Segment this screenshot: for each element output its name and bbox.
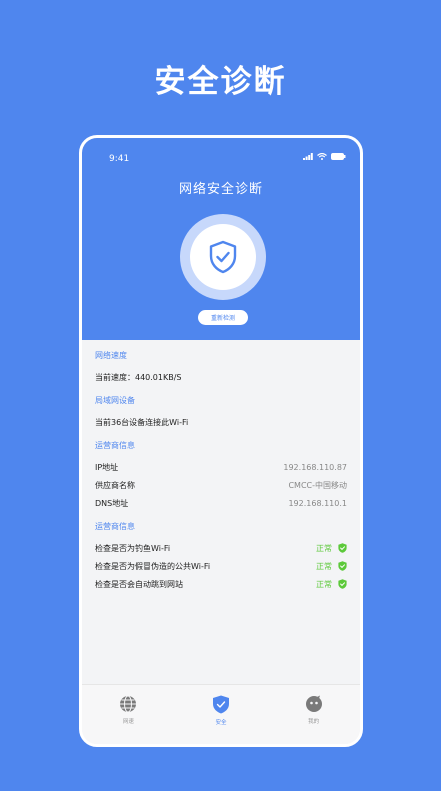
tab-label: 我的 xyxy=(308,719,320,725)
status-time: 9:41 xyxy=(109,154,130,164)
section-title-speed: 网络速度 xyxy=(95,351,127,360)
check-status: 正常 xyxy=(316,543,347,554)
isp-row-ip: IP地址 192.168.110.87 xyxy=(95,458,347,476)
shield-check-icon xyxy=(209,240,237,274)
shield-badge xyxy=(180,214,266,300)
check-row: 检查是否为钓鱼Wi-Fi 正常 xyxy=(95,539,347,557)
battery-icon xyxy=(331,153,346,160)
tab-security[interactable]: 安全 xyxy=(191,695,251,726)
tab-profile[interactable]: 我的 xyxy=(284,695,344,725)
check-status-text: 正常 xyxy=(316,561,332,571)
check-status: 正常 xyxy=(316,579,347,590)
profile-icon xyxy=(305,695,322,712)
globe-icon xyxy=(120,695,137,713)
isp-value: CMCC-中国移动 xyxy=(288,480,347,490)
tab-label: 网速 xyxy=(122,719,134,725)
isp-row-provider: 供应商名称 CMCC-中国移动 xyxy=(95,476,347,494)
isp-row-dns: DNS地址 192.168.110.1 xyxy=(95,494,347,512)
shield-icon xyxy=(212,695,229,714)
check-row: 检查是否会自动跳到网站 正常 xyxy=(95,575,347,593)
check-status: 正常 xyxy=(316,561,347,572)
check-row: 检查是否为假冒伪造的公共Wi-Fi 正常 xyxy=(95,557,347,575)
phone-frame: 9:41 网络安全诊断 重新检测 网络速度 当前速度：440.01KB/S 局域… xyxy=(79,135,363,747)
signal-icon xyxy=(303,153,313,160)
isp-label: 供应商名称 xyxy=(95,480,135,490)
check-status-text: 正常 xyxy=(316,543,332,553)
isp-value: 192.168.110.87 xyxy=(283,462,347,472)
lan-label: 当前36台设备连接此Wi-Fi xyxy=(95,417,189,427)
section-title-isp: 运营商信息 xyxy=(95,441,135,450)
check-label: 检查是否为假冒伪造的公共Wi-Fi xyxy=(95,561,211,571)
isp-label: DNS地址 xyxy=(95,498,129,508)
page-title: 网络安全诊断 xyxy=(178,182,263,197)
speed-row: 当前速度：440.01KB/S xyxy=(95,368,347,386)
section-title-checks: 运营商信息 xyxy=(95,522,135,531)
check-label: 检查是否为钓鱼Wi-Fi xyxy=(95,543,171,553)
tab-bar: 网速 安全 我的 xyxy=(82,684,360,744)
lan-row: 当前36台设备连接此Wi-Fi xyxy=(95,413,347,431)
wifi-icon xyxy=(317,153,327,160)
check-shield-icon xyxy=(338,561,347,571)
check-status-text: 正常 xyxy=(316,579,332,589)
diagnosis-content: 网络速度 当前速度：440.01KB/S 局域网设备 当前36台设备连接此Wi-… xyxy=(82,340,360,684)
check-shield-icon xyxy=(338,543,347,553)
section-title-lan: 局域网设备 xyxy=(95,396,135,405)
promo-title: 安全诊断 xyxy=(154,64,287,100)
tab-label: 安全 xyxy=(215,720,227,726)
tab-speed[interactable]: 网速 xyxy=(98,695,158,725)
isp-label: IP地址 xyxy=(95,462,119,472)
check-shield-icon xyxy=(338,579,347,589)
header-panel: 9:41 网络安全诊断 重新检测 xyxy=(82,138,360,340)
isp-value: 192.168.110.1 xyxy=(288,498,347,508)
speed-label: 当前速度：440.01KB/S xyxy=(95,372,182,382)
check-label: 检查是否会自动跳到网站 xyxy=(95,579,183,589)
recheck-button[interactable]: 重新检测 xyxy=(198,310,248,325)
status-icons xyxy=(303,153,346,160)
